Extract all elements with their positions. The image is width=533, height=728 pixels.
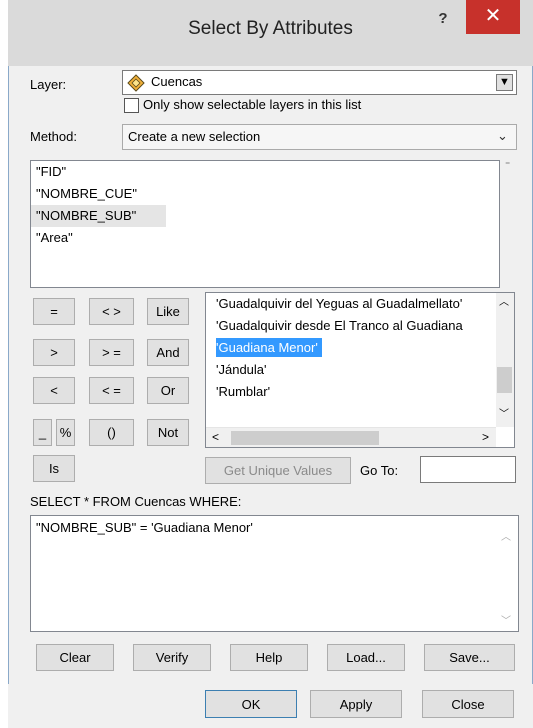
help-icon[interactable]: ? — [432, 8, 454, 30]
help-button[interactable]: Help — [230, 644, 308, 671]
layer-label: Layer: — [30, 77, 67, 92]
page-background-strip — [0, 0, 8, 728]
window-title: Select By Attributes — [188, 18, 353, 39]
field-list[interactable]: "FID" "NOMBRE_CUE" "NOMBRE_SUB" "Area" — [30, 160, 500, 288]
equals-button[interactable]: = — [33, 298, 75, 325]
go-to-input[interactable] — [420, 456, 516, 483]
scroll-right-icon[interactable]: > — [482, 430, 489, 444]
values-viewport: 'Guadalquivir del Yeguas al Guadalmellat… — [206, 293, 496, 427]
scroll-left-icon[interactable]: < — [212, 430, 219, 444]
field-item[interactable]: "FID" — [31, 161, 166, 183]
unique-values-list[interactable]: 'Guadalquivir del Yeguas al Guadalmellat… — [205, 292, 515, 448]
or-button[interactable]: Or — [147, 377, 189, 404]
sql-prefix-label: SELECT * FROM Cuencas WHERE: — [30, 494, 242, 509]
less-equal-button[interactable]: < = — [89, 377, 134, 404]
sql-expression-text: "NOMBRE_SUB" = 'Guadiana Menor' — [36, 520, 253, 535]
vertical-scrollbar[interactable]: ︿ ﹀ — [496, 293, 514, 427]
method-label: Method: — [30, 129, 77, 144]
layer-dropdown[interactable]: Cuencas ▼ — [122, 70, 517, 95]
value-item[interactable]: 'Guadalquivir del Yeguas al Guadalmellat… — [206, 293, 496, 315]
field-item[interactable]: "Area" — [31, 227, 166, 249]
underscore-wildcard-button[interactable]: _ — [33, 419, 52, 446]
less-than-button[interactable]: < — [33, 377, 75, 404]
method-value: Create a new selection — [128, 129, 261, 144]
sql-expression-box[interactable]: "NOMBRE_SUB" = 'Guadiana Menor' ︿ ﹀ — [30, 515, 519, 632]
only-selectable-checkbox[interactable] — [124, 98, 139, 113]
horizontal-scroll-thumb[interactable] — [231, 431, 379, 445]
not-button[interactable]: Not — [147, 419, 189, 446]
close-icon[interactable]: ✕ — [466, 0, 520, 34]
scroll-down-icon: ﹀ — [501, 616, 511, 627]
not-equals-button[interactable]: < > — [89, 298, 134, 325]
is-button[interactable]: Is — [33, 455, 75, 482]
only-selectable-label: Only show selectable layers in this list — [143, 97, 362, 112]
method-dropdown[interactable]: Create a new selection ⌄ — [122, 124, 517, 150]
get-unique-values-button[interactable]: Get Unique Values — [205, 457, 351, 484]
save-button[interactable]: Save... — [424, 644, 515, 671]
scroll-up-icon: ︿ — [501, 532, 511, 543]
layer-value: Cuencas — [151, 74, 203, 89]
greater-equal-button[interactable]: > = — [89, 339, 134, 366]
value-item-selected[interactable]: 'Guadiana Menor' — [206, 337, 496, 359]
chevron-down-icon[interactable]: ▼ — [496, 74, 513, 91]
percent-wildcard-button[interactable]: % — [56, 419, 75, 446]
polygon-layer-icon — [127, 74, 145, 92]
clear-button[interactable]: Clear — [36, 644, 114, 671]
verify-button[interactable]: Verify — [133, 644, 211, 671]
parentheses-button[interactable]: () — [89, 419, 134, 446]
value-item[interactable]: 'Rumblar' — [206, 381, 496, 403]
list-resize-grip[interactable]: ⁼ — [505, 160, 510, 171]
load-button[interactable]: Load... — [327, 644, 405, 671]
scroll-up-icon[interactable]: ︿ — [499, 293, 509, 308]
field-item[interactable]: "NOMBRE_SUB" — [31, 205, 166, 227]
close-button[interactable]: Close — [422, 690, 514, 718]
apply-button[interactable]: Apply — [310, 690, 402, 718]
ok-button[interactable]: OK — [205, 690, 297, 718]
field-item[interactable]: "NOMBRE_CUE" — [31, 183, 166, 205]
vertical-scroll-thumb[interactable] — [497, 367, 512, 393]
and-button[interactable]: And — [147, 339, 189, 366]
scroll-down-icon[interactable]: ﹀ — [499, 405, 509, 420]
selected-value-text: 'Guadiana Menor' — [216, 338, 322, 357]
like-button[interactable]: Like — [147, 298, 189, 325]
value-item[interactable]: 'Jándula' — [206, 359, 496, 381]
horizontal-scrollbar[interactable]: < > — [206, 427, 496, 447]
value-item[interactable]: 'Guadalquivir desde El Tranco al Guadian… — [206, 315, 496, 337]
chevron-down-icon[interactable]: ⌄ — [497, 128, 508, 144]
greater-than-button[interactable]: > — [33, 339, 75, 366]
go-to-label: Go To: — [360, 463, 399, 478]
